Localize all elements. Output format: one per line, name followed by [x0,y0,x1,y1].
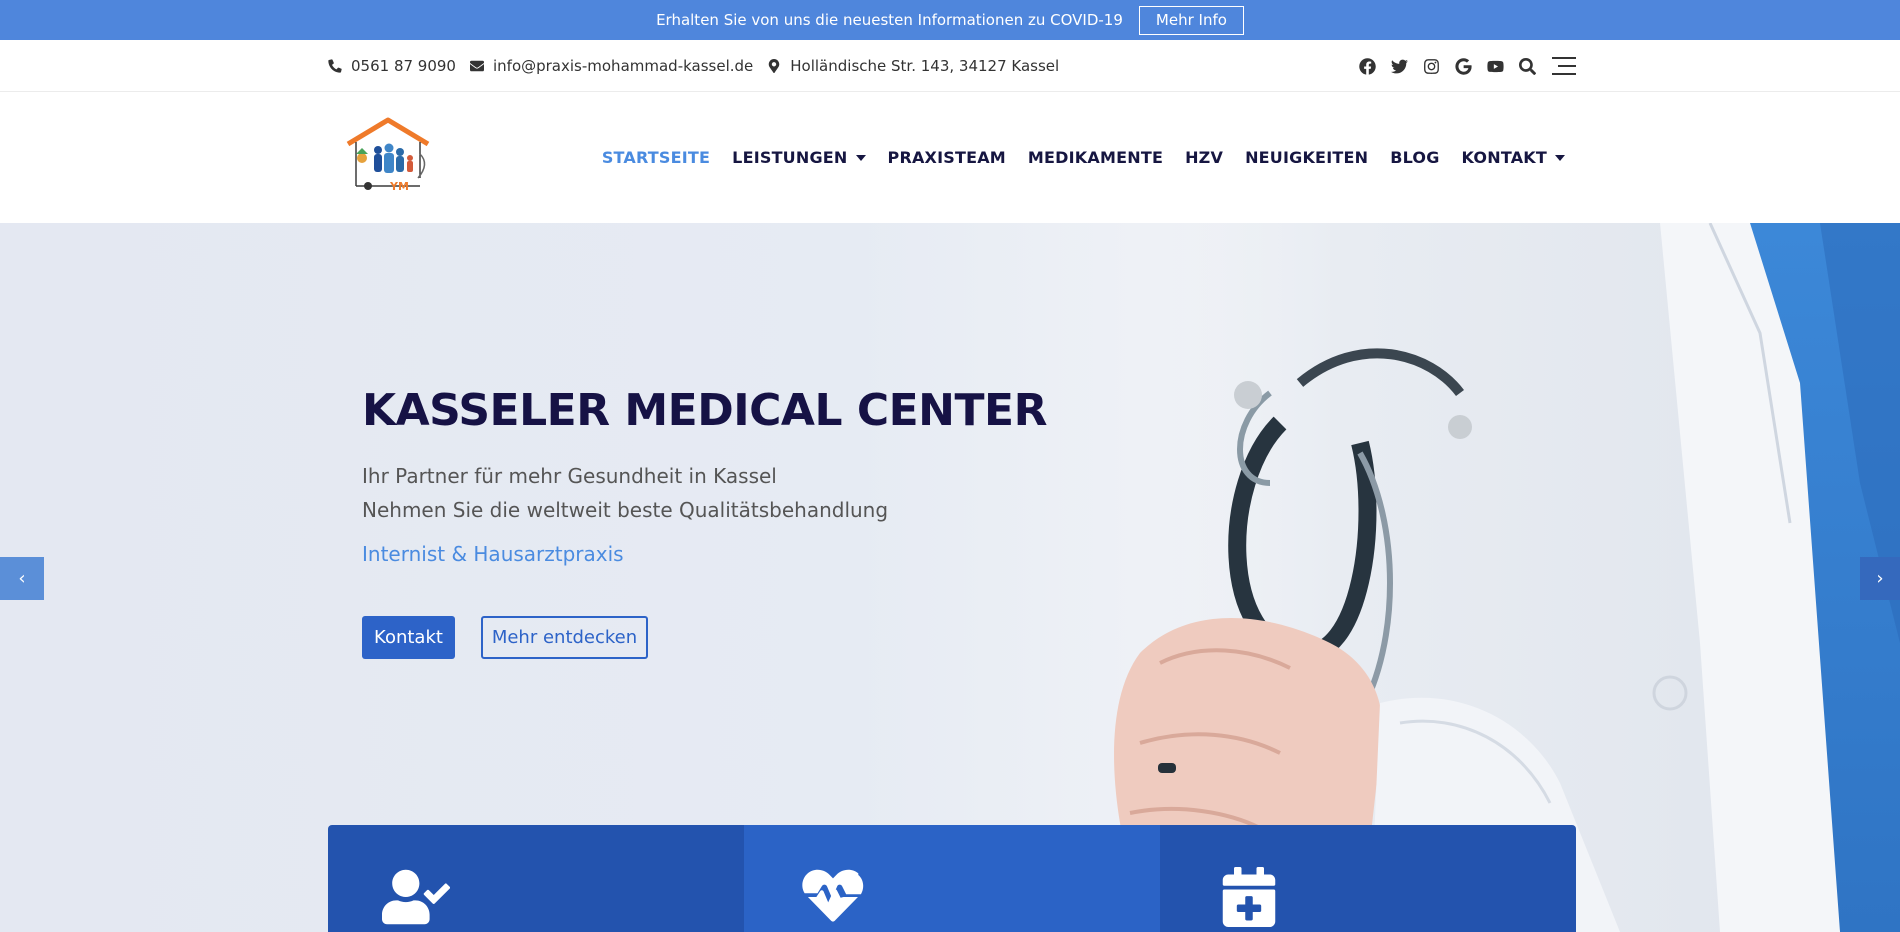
phone-contact[interactable]: 0561 87 9090 [328,57,456,75]
feature-box-3[interactable] [1160,825,1576,932]
feature-boxes [328,825,1576,932]
hero-subtitle: Internist & Hausarztpraxis [362,542,624,566]
calendar-plus-icon [1222,867,1276,927]
nav-item-neuigkeiten[interactable]: NEUIGKEITEN [1245,148,1368,167]
youtube-icon[interactable] [1486,57,1504,75]
main-nav: STARTSEITE LEISTUNGEN PRAXISTEAM MEDIKAM… [602,92,1565,223]
address-text: Holländische Str. 143, 34127 Kassel [790,57,1060,75]
nav-item-praxisteam[interactable]: PRAXISTEAM [888,148,1006,167]
email-contact[interactable]: info@praxis-mohammad-kassel.de [469,57,754,75]
chevron-right-icon[interactable]: › [1860,557,1900,600]
instagram-icon[interactable] [1422,57,1440,75]
nav-item-medikamente[interactable]: MEDIKAMENTE [1028,148,1163,167]
caret-down-icon [855,154,866,161]
nav-item-kontakt[interactable]: KONTAKT [1462,148,1565,167]
contact-bar: 0561 87 9090 info@praxis-mohammad-kassel… [0,40,1900,92]
more-info-button[interactable]: Mehr Info [1138,5,1244,35]
menu-line [1558,65,1576,67]
google-icon[interactable] [1454,57,1472,75]
discover-more-button[interactable]: Mehr entdecken [481,616,648,659]
envelope-icon [469,60,484,72]
hero-title: KASSELER MEDICAL CENTER [362,385,1047,436]
nav-label: NEUIGKEITEN [1245,148,1369,167]
nav-label: KONTAKT [1461,148,1547,167]
hero-line-1: Ihr Partner für mehr Gesundheit in Kasse… [362,464,777,488]
address-contact[interactable]: Holländische Str. 143, 34127 Kassel [767,57,1059,75]
chevron-left-icon[interactable]: ‹ [0,557,44,600]
announcement-text: Erhalten Sie von uns die neuesten Inform… [656,11,1123,29]
menu-icon[interactable] [1552,57,1576,75]
facebook-icon[interactable] [1358,57,1376,75]
search-icon[interactable] [1518,57,1536,75]
nav-label: MEDIKAMENTE [1027,148,1164,167]
caret-down-icon [1555,154,1565,161]
nav-item-startseite[interactable]: STARTSEITE [602,148,710,167]
logo-letters: YM [389,180,409,193]
social-links [1358,40,1576,92]
hero-line-2: Nehmen Sie die weltweit beste Qualitätsb… [362,498,889,522]
twitter-icon[interactable] [1390,57,1408,75]
site-header: YM STARTSEITE LEISTUNGEN PRAXISTEAM MEDI… [0,92,1900,223]
nav-item-leistungen[interactable]: LEISTUNGEN [732,148,866,167]
email-address: info@praxis-mohammad-kassel.de [492,57,754,75]
contact-button[interactable]: Kontakt [362,616,455,659]
nav-label: LEISTUNGEN [732,148,848,167]
menu-line [1552,57,1576,59]
phone-number: 0561 87 9090 [351,57,456,75]
feature-box-1[interactable] [328,825,744,932]
phone-icon [328,59,342,73]
nav-label: HZV [1185,148,1224,167]
user-check-icon [382,869,450,925]
announcement-bar: Erhalten Sie von uns die neuesten Inform… [0,0,1900,40]
map-marker-icon [769,59,780,73]
site-logo[interactable]: YM [342,114,434,196]
heartbeat-icon [802,869,864,922]
nav-item-blog[interactable]: BLOG [1390,148,1439,167]
nav-label: BLOG [1390,148,1440,167]
feature-box-2[interactable] [744,825,1160,932]
menu-line [1552,73,1576,75]
contact-info: 0561 87 9090 info@praxis-mohammad-kassel… [328,40,1059,92]
nav-label: STARTSEITE [601,148,711,167]
nav-item-hzv[interactable]: HZV [1185,148,1223,167]
nav-label: PRAXISTEAM [887,148,1006,167]
